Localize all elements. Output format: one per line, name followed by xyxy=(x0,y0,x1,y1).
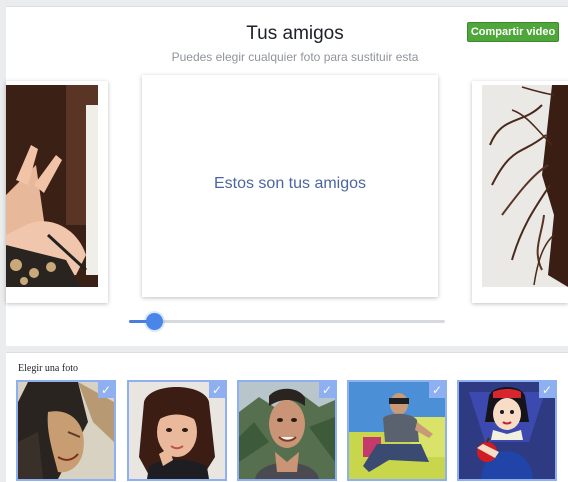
selected-check-icon: ✓ xyxy=(209,382,225,398)
hair-art-photo xyxy=(482,85,568,287)
thumb-illustrated-warrior[interactable]: ✓ xyxy=(16,380,116,481)
selected-check-icon: ✓ xyxy=(539,382,555,398)
carousel-card-current[interactable]: Estos son tus amigos xyxy=(142,75,438,297)
photo-chooser-panel: Elegir una foto ✓ ✓ ✓ ✓ ✓ xyxy=(6,352,568,482)
slider-handle[interactable] xyxy=(146,313,164,330)
peace-sign-photo xyxy=(6,85,98,287)
friends-panel: Tus amigos Puedes elegir cualquier foto … xyxy=(6,6,568,346)
selected-check-icon: ✓ xyxy=(98,382,114,398)
selected-check-icon: ✓ xyxy=(319,382,335,398)
thumb-woman-selfie[interactable]: ✓ xyxy=(127,380,227,481)
thumb-man-mountains[interactable]: ✓ xyxy=(237,380,337,481)
page-subtitle: Puedes elegir cualquier foto para sustit… xyxy=(171,50,419,64)
carousel-card-next[interactable] xyxy=(472,81,568,303)
thumb-snow-white[interactable]: ✓ xyxy=(457,380,557,481)
share-video-button[interactable]: Compartir video xyxy=(467,22,559,42)
carousel-card-previous[interactable] xyxy=(6,81,108,303)
selected-check-icon: ✓ xyxy=(429,382,445,398)
choose-photo-label: Elegir una foto xyxy=(18,363,78,374)
thumb-man-sofa[interactable]: ✓ xyxy=(347,380,447,481)
friends-message: Estos son tus amigos xyxy=(213,175,367,192)
carousel-slider[interactable] xyxy=(129,313,445,330)
